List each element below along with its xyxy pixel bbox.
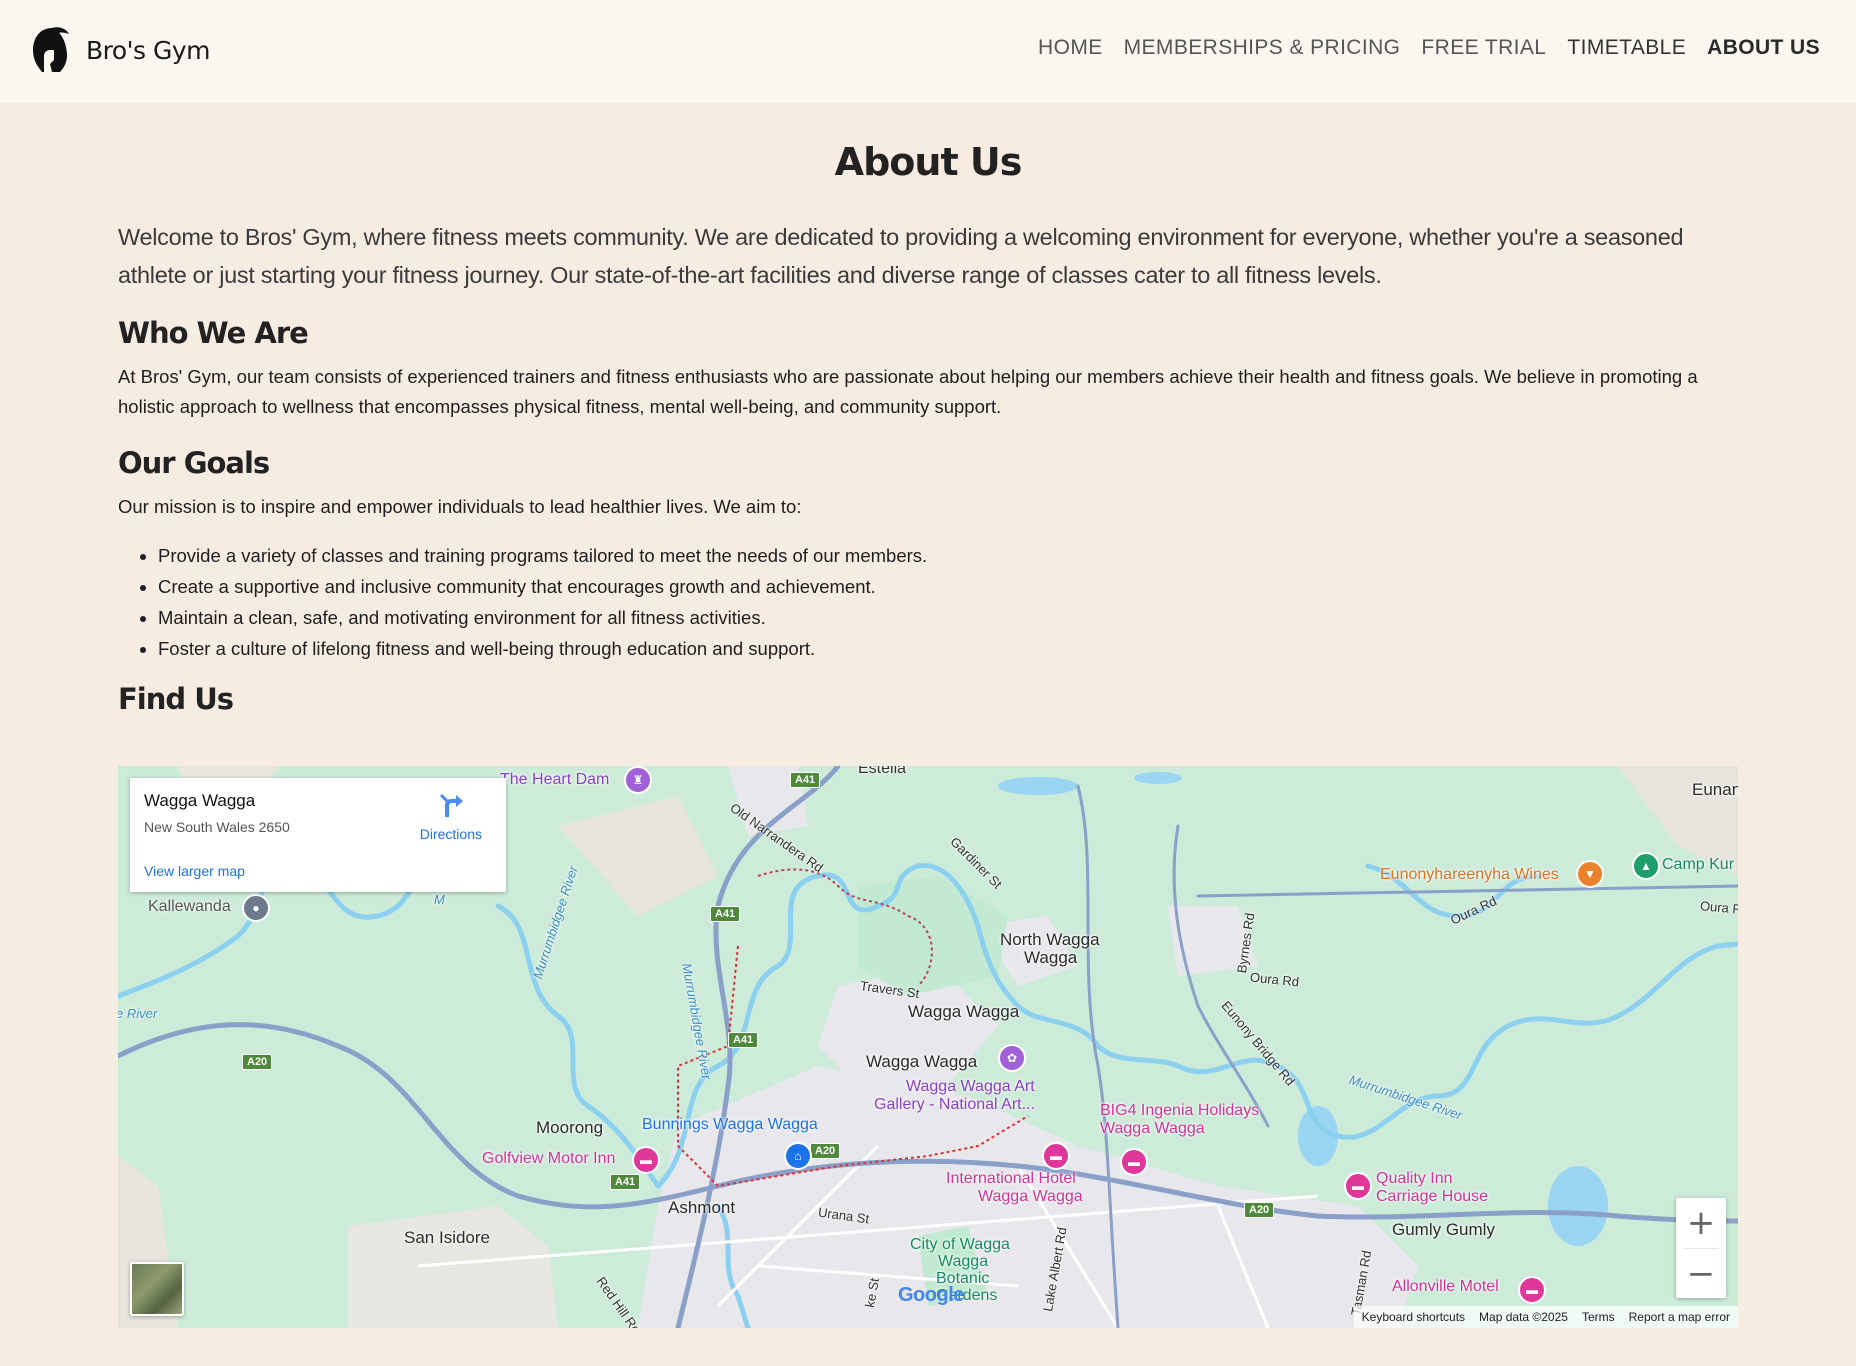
find-us-heading: Find Us xyxy=(118,682,234,716)
zoom-controls: + − xyxy=(1676,1198,1726,1298)
who-we-are-heading: Who We Are xyxy=(118,316,309,350)
directions-label: Directions xyxy=(419,826,482,842)
map-label[interactable]: Bunnings Wagga Wagga xyxy=(642,1116,818,1134)
map-label: San Isidore xyxy=(404,1228,490,1247)
about-content: About Us Welcome to Bros' Gym, where fit… xyxy=(118,140,1738,716)
art-gallery-pin-icon[interactable]: ✿ xyxy=(998,1044,1026,1072)
landmark-pin-icon[interactable]: ♜ xyxy=(624,766,652,794)
road-shield: A41 xyxy=(790,772,821,788)
map-label[interactable]: BIG4 Ingenia Holidays xyxy=(1100,1102,1259,1120)
map-label[interactable]: The Heart Dam xyxy=(500,771,609,789)
list-item: Maintain a clean, safe, and motivating e… xyxy=(158,602,1738,633)
brand[interactable]: Bro's Gym xyxy=(30,26,211,74)
nav-timetable[interactable]: TIMETABLE xyxy=(1567,36,1686,60)
map-label: Wagga xyxy=(1024,948,1078,967)
map-place-title: Wagga Wagga xyxy=(144,791,256,810)
list-item: Foster a culture of lifelong fitness and… xyxy=(158,633,1738,664)
map-label[interactable]: Eunonyhareenyha Wines xyxy=(1380,866,1559,884)
map-label: Moorong xyxy=(536,1118,604,1137)
our-goals-heading: Our Goals xyxy=(118,446,270,480)
intro-paragraph: Welcome to Bros' Gym, where fitness meet… xyxy=(118,224,1684,288)
nav-memberships-pricing[interactable]: MEMBERSHIPS & PRICING xyxy=(1124,36,1401,60)
map-label: Kallewanda xyxy=(148,898,231,915)
directions-button[interactable]: Directions xyxy=(420,791,482,842)
hotel-pin-icon[interactable]: ▬ xyxy=(1518,1276,1546,1304)
zoom-in-button[interactable]: + xyxy=(1676,1198,1726,1248)
hotel-pin-icon[interactable]: ▬ xyxy=(632,1146,660,1174)
map-data-text: Map data ©2025 xyxy=(1479,1310,1568,1324)
map-label[interactable]: Quality Inn xyxy=(1376,1170,1452,1188)
page-title: About Us xyxy=(834,140,1023,184)
satellite-toggle-button[interactable] xyxy=(130,1262,184,1316)
keyboard-shortcuts-link[interactable]: Keyboard shortcuts xyxy=(1362,1310,1465,1324)
map-label: Eunanoree xyxy=(1692,780,1738,799)
map-label: Estella xyxy=(858,766,907,777)
map-label[interactable]: Carriage House xyxy=(1376,1188,1488,1206)
road-shield: A20 xyxy=(242,1054,273,1070)
zoom-out-button[interactable]: − xyxy=(1676,1249,1726,1299)
map-label[interactable]: City of Wagga xyxy=(910,1236,1010,1254)
google-map[interactable]: A41 A41 A41 A41 A20 A20 A20 Estella The … xyxy=(118,766,1738,1328)
site-name: Bro's Gym xyxy=(86,35,211,65)
map-label: Ashmont xyxy=(668,1198,736,1217)
map-label[interactable]: Wagga Wagga Art xyxy=(906,1078,1035,1096)
main-nav: HOME MEMBERSHIPS & PRICING FREE TRIAL TI… xyxy=(1038,36,1820,60)
nav-home[interactable]: HOME xyxy=(1038,36,1103,60)
campground-pin-icon[interactable]: ▲ xyxy=(1632,852,1660,880)
map-label: e River xyxy=(118,1006,158,1021)
google-logo: Google xyxy=(898,1284,964,1307)
map-label[interactable]: Allonville Motel xyxy=(1392,1278,1499,1296)
map-label[interactable]: Gallery - National Art... xyxy=(874,1096,1035,1114)
map-label[interactable]: Wagga Wagga xyxy=(1100,1120,1205,1138)
terms-link[interactable]: Terms xyxy=(1582,1310,1615,1324)
nav-free-trial[interactable]: FREE TRIAL xyxy=(1421,36,1546,60)
map-label[interactable]: Wagga xyxy=(938,1253,988,1271)
map-place-address: New South Wales 2650 xyxy=(144,819,290,835)
map-label: Gumly Gumly xyxy=(1392,1220,1495,1239)
road-shield: A20 xyxy=(810,1143,841,1159)
road-shield: A41 xyxy=(728,1032,759,1048)
hotel-pin-icon[interactable]: ▬ xyxy=(1042,1142,1070,1170)
hotel-pin-icon[interactable]: ▬ xyxy=(1344,1172,1372,1200)
location-pin-icon[interactable]: ● xyxy=(242,894,270,922)
map-label[interactable]: International Hotel xyxy=(946,1170,1076,1188)
road-shield: A41 xyxy=(710,906,741,922)
winery-pin-icon[interactable]: ▼ xyxy=(1576,860,1604,888)
map-label: M xyxy=(434,892,445,907)
road-shield: A20 xyxy=(1244,1202,1275,1218)
list-item: Provide a variety of classes and trainin… xyxy=(158,540,1738,571)
map-label: Wagga Wagga xyxy=(908,1002,1020,1021)
map-attribution-bar: Keyboard shortcuts Map data ©2025 Terms … xyxy=(1353,1306,1738,1328)
goals-list: Provide a variety of classes and trainin… xyxy=(118,540,1738,664)
hotel-pin-icon[interactable]: ▬ xyxy=(1120,1148,1148,1176)
map-label[interactable]: Wagga Wagga xyxy=(978,1188,1083,1206)
our-goals-text: Our mission is to inspire and empower in… xyxy=(118,496,802,517)
map-label: North Wagga xyxy=(1000,930,1100,949)
spartan-helmet-logo-icon xyxy=(33,27,69,72)
road-shield: A41 xyxy=(610,1174,641,1190)
map-label[interactable]: Golfview Motor Inn xyxy=(482,1150,615,1168)
shopping-pin-icon[interactable]: ⌂ xyxy=(784,1142,812,1170)
map-label: Wagga Wagga xyxy=(866,1052,978,1071)
report-map-error-link[interactable]: Report a map error xyxy=(1629,1310,1730,1324)
map-info-card: Wagga Wagga New South Wales 2650 View la… xyxy=(130,778,506,892)
nav-about-us[interactable]: ABOUT US xyxy=(1707,36,1820,60)
google-logo-text: Google xyxy=(898,1284,964,1306)
map-label[interactable]: Camp Kur xyxy=(1662,856,1734,874)
site-header: Bro's Gym HOME MEMBERSHIPS & PRICING FRE… xyxy=(0,0,1856,103)
view-larger-map-link[interactable]: View larger map xyxy=(144,863,245,879)
directions-icon xyxy=(439,793,463,817)
list-item: Create a supportive and inclusive commun… xyxy=(158,571,1738,602)
who-we-are-text: At Bros' Gym, our team consists of exper… xyxy=(118,366,1698,417)
